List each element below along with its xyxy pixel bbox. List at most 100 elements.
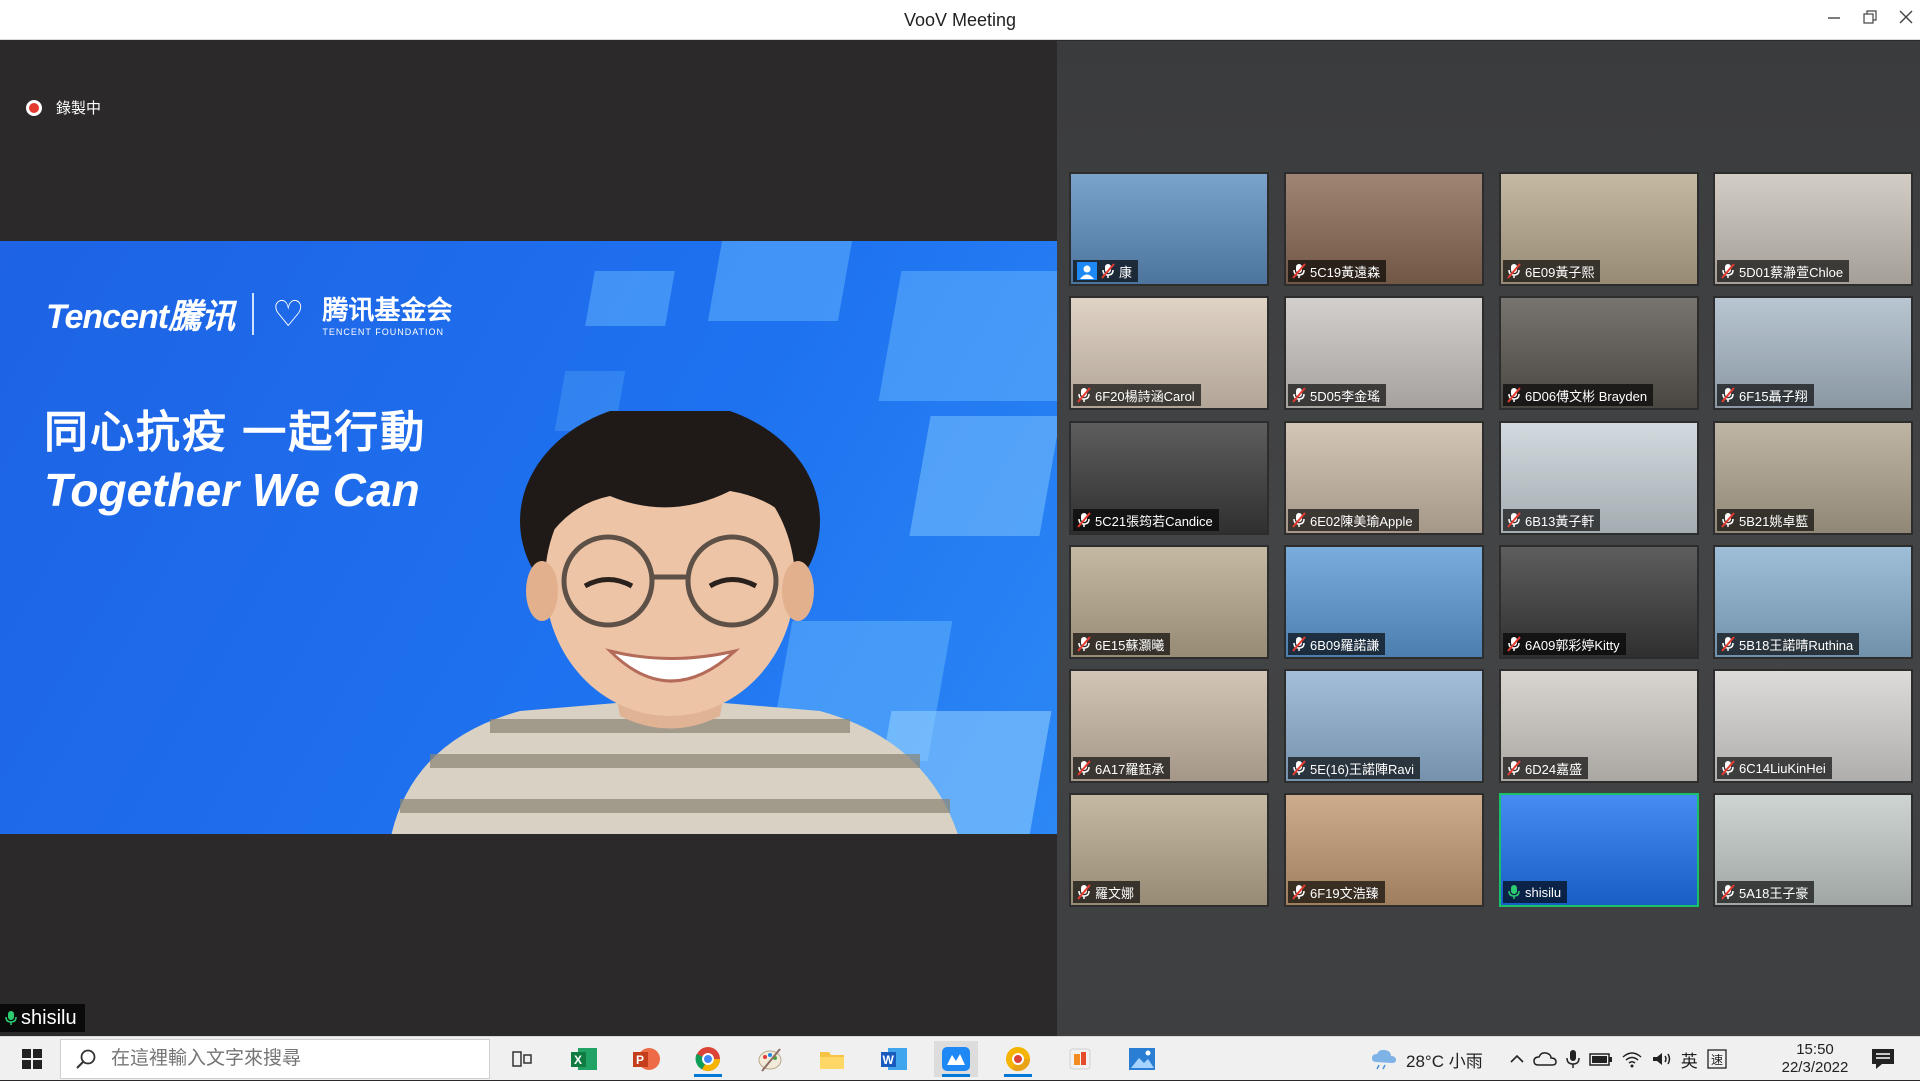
participant-tile[interactable]: 5A18王子豪 [1713, 793, 1913, 907]
ime-mode-icon[interactable]: 速 [1706, 1048, 1728, 1070]
file-explorer-app[interactable] [810, 1041, 854, 1077]
participant-name-tag: 6A17羅鈺承 [1073, 757, 1171, 779]
notification-center-icon[interactable] [1870, 1047, 1896, 1071]
participant-tile[interactable]: 6F19文浩臻 [1284, 793, 1484, 907]
microphone-muted-icon [1507, 387, 1521, 403]
participant-tile[interactable]: 羅文娜 [1069, 793, 1269, 907]
participant-name: 6F19文浩臻 [1310, 885, 1379, 901]
participant-name: shisilu [1525, 884, 1562, 900]
weather-text[interactable]: 28°C 小雨 [1406, 1047, 1483, 1072]
paint-app[interactable] [748, 1041, 792, 1077]
paint-icon [758, 1048, 782, 1072]
restore-button[interactable] [1856, 6, 1884, 34]
participant-tile[interactable]: 6A09郭彩婷Kitty [1499, 545, 1699, 659]
volume-icon[interactable] [1651, 1050, 1673, 1068]
participant-tile[interactable]: 5C19黃遠森 [1284, 172, 1484, 286]
participant-tile[interactable]: 6A17羅鈺承 [1069, 669, 1269, 783]
participant-tile[interactable]: 康 [1069, 172, 1269, 286]
chrome-icon [695, 1047, 720, 1072]
task-view-icon [512, 1051, 532, 1067]
participant-name-tag: 5D01蔡瀞萱Chloe [1717, 260, 1850, 282]
microphone-muted-icon [1721, 387, 1735, 403]
weather-rain-icon[interactable] [1370, 1048, 1398, 1070]
microphone-muted-icon [1101, 263, 1115, 279]
participant-tile[interactable]: 6E09黃子熙 [1499, 172, 1699, 286]
minimize-button[interactable] [1820, 6, 1848, 34]
participant-name: 6A09郭彩婷Kitty [1525, 637, 1620, 653]
heart-logo-icon: ♡ [272, 292, 305, 334]
svg-text:X: X [574, 1053, 582, 1067]
taskbar-clock[interactable]: 15:50 22/3/2022 [1780, 1041, 1850, 1077]
participant-tile[interactable]: 5D05李金瑤 [1284, 296, 1484, 410]
chrome-app[interactable] [686, 1041, 730, 1077]
taskbar: X P W 28°C 小雨 英 速 15:50 22/3/2022 [0, 1036, 1920, 1080]
microphone-muted-icon [1721, 263, 1735, 279]
participant-tile[interactable]: 6D24嘉盛 [1499, 669, 1699, 783]
participant-name-tag: 6F15聶子翔 [1717, 384, 1814, 406]
microphone-muted-icon [1292, 760, 1306, 776]
participant-tile[interactable]: shisilu [1499, 793, 1699, 907]
host-user-icon [1077, 262, 1097, 280]
microphone-muted-icon [1721, 884, 1735, 900]
close-button[interactable] [1892, 6, 1920, 34]
participant-tile[interactable]: 5E(16)王諾陣Ravi [1284, 669, 1484, 783]
microphone-muted-icon [1077, 512, 1091, 528]
participant-tile[interactable]: 6F15聶子翔 [1713, 296, 1913, 410]
microphone-muted-icon [1721, 636, 1735, 652]
participant-name-tag: 6E15蘇灝曦 [1073, 633, 1171, 655]
speaker-name: shisilu [21, 1006, 77, 1029]
participant-tile[interactable]: 6E02陳美瑜Apple [1284, 421, 1484, 535]
microphone-muted-icon [1077, 387, 1091, 403]
word-app[interactable]: W [872, 1041, 916, 1077]
participant-name-tag: 5A18王子豪 [1717, 881, 1815, 903]
chevron-up-icon[interactable] [1509, 1051, 1525, 1067]
microphone-icon[interactable] [1565, 1049, 1581, 1069]
participant-name-tag: 5C19黃遠森 [1288, 260, 1387, 282]
participant-name: 6F20楊詩涵Carol [1095, 388, 1195, 404]
microphone-muted-icon [1292, 387, 1306, 403]
microphone-muted-icon [1292, 263, 1306, 279]
clock-time: 15:50 [1796, 1041, 1834, 1058]
windows-start-button[interactable] [10, 1045, 54, 1073]
participant-name: 5D05李金瑤 [1310, 388, 1381, 404]
chrome-canary-app[interactable] [996, 1041, 1040, 1077]
microphone-muted-icon [1077, 884, 1091, 900]
microphone-on-icon [5, 1011, 17, 1025]
svg-text:速: 速 [1711, 1053, 1723, 1067]
chrome-canary-icon [1006, 1047, 1030, 1072]
participant-name: 5A18王子豪 [1739, 885, 1809, 901]
participant-tile[interactable]: 5D01蔡瀞萱Chloe [1713, 172, 1913, 286]
microphone-muted-icon [1507, 263, 1521, 279]
participant-name: 5D01蔡瀞萱Chloe [1739, 264, 1844, 280]
photos-app[interactable] [1120, 1041, 1164, 1077]
participant-tile[interactable]: 5C21張筠若Candice [1069, 421, 1269, 535]
powerpoint-icon: P [633, 1048, 660, 1070]
participant-tile[interactable]: 6E15蘇灝曦 [1069, 545, 1269, 659]
wifi-icon[interactable] [1621, 1050, 1643, 1068]
task-view-button[interactable] [500, 1041, 544, 1077]
search-icon [76, 1049, 96, 1069]
microphone-muted-icon [1077, 636, 1091, 652]
participant-tile[interactable]: 6F20楊詩涵Carol [1069, 296, 1269, 410]
onedrive-cloud-icon[interactable] [1532, 1050, 1557, 1068]
taskbar-search-box[interactable] [60, 1039, 490, 1079]
participant-name: 6A17羅鈺承 [1095, 761, 1165, 777]
participant-tile[interactable]: 6C14LiuKinHei [1713, 669, 1913, 783]
participant-tile[interactable]: 5B21姚卓藍 [1713, 421, 1913, 535]
participant-tile[interactable]: 6B13黃子軒 [1499, 421, 1699, 535]
participant-tile[interactable]: 6B09羅諾謙 [1284, 545, 1484, 659]
participant-tile[interactable]: 5B18王諾晴Ruthina [1713, 545, 1913, 659]
powerpoint-app[interactable]: P [624, 1041, 668, 1077]
recording-indicator[interactable]: 錄製中 [26, 97, 101, 118]
office-app[interactable] [1058, 1041, 1102, 1077]
participant-name-tag: 6B13黃子軒 [1503, 509, 1601, 531]
participant-name: 6F15聶子翔 [1739, 388, 1808, 404]
battery-icon[interactable] [1588, 1051, 1613, 1067]
excel-app[interactable]: X [562, 1041, 606, 1077]
ime-language[interactable]: 英 [1681, 1047, 1698, 1072]
participant-tile[interactable]: 6D06傅文彬 Brayden [1499, 296, 1699, 410]
voov-meeting-app[interactable] [934, 1041, 978, 1077]
participant-name-tag: 5E(16)王諾陣Ravi [1288, 757, 1421, 779]
speaker-video[interactable]: Tencent騰讯 ♡ 腾讯基金会 TENCENT FOUNDATION 同心抗… [0, 241, 1057, 834]
search-input[interactable] [111, 1048, 471, 1070]
